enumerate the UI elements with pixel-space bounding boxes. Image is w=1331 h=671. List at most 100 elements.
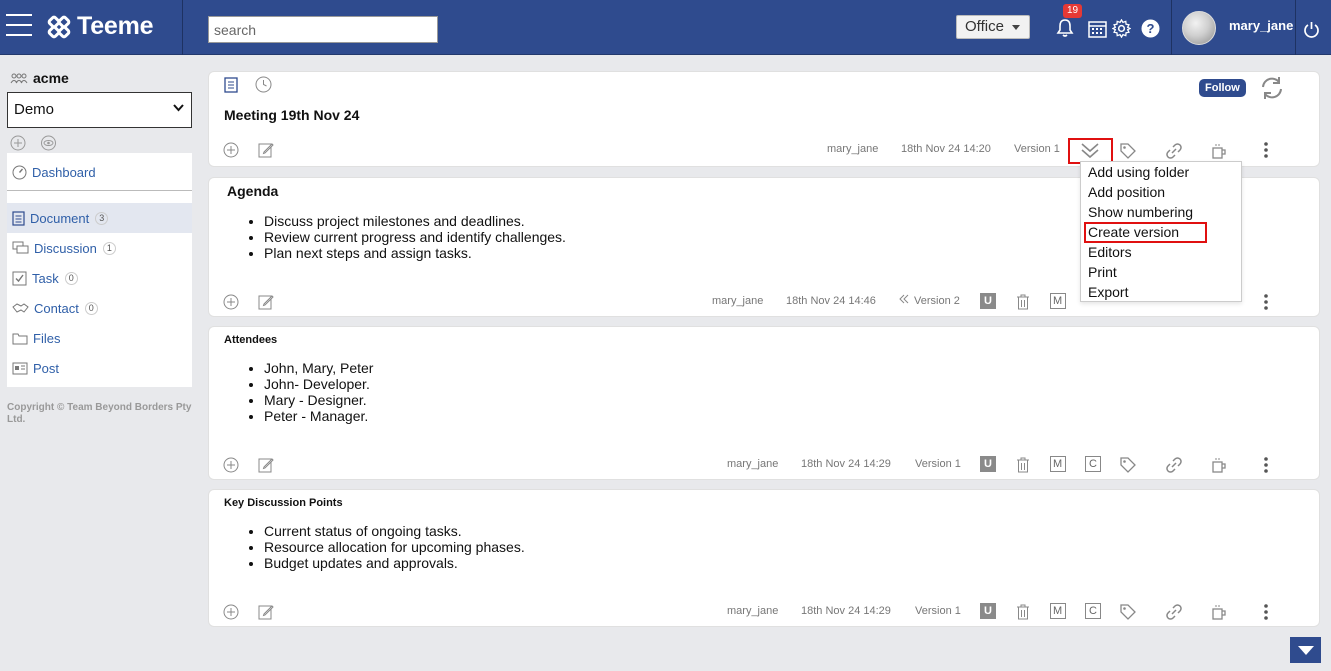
discussion-icon bbox=[12, 241, 29, 253]
sidebar-item-discussion[interactable]: Discussion 1 bbox=[7, 233, 192, 263]
document-header-card: Meeting 19th Nov 24 Follow mary_jane 18t… bbox=[208, 71, 1320, 167]
edit-icon[interactable] bbox=[258, 294, 274, 310]
help-icon[interactable]: ? bbox=[1141, 19, 1160, 38]
m-badge-label: M bbox=[1053, 605, 1063, 617]
space-select[interactable]: Office bbox=[956, 15, 1030, 39]
add-workspace-icon[interactable] bbox=[10, 135, 26, 151]
document-icon bbox=[12, 210, 25, 226]
list-item: John, Mary, Peter bbox=[264, 360, 373, 376]
sidebar-item-label: Contact bbox=[34, 300, 79, 316]
list-item: Plan next steps and assign tasks. bbox=[264, 245, 566, 261]
list-item: Current status of ongoing tasks. bbox=[264, 523, 525, 539]
sidebar-item-document[interactable]: Document 3 bbox=[7, 203, 192, 233]
tag-icon[interactable] bbox=[1119, 603, 1137, 621]
sidebar-item-label: Post bbox=[33, 360, 60, 376]
search-input[interactable] bbox=[208, 16, 438, 43]
sidebar-item-contact[interactable]: Contact 0 bbox=[7, 293, 192, 323]
menu-item-editors[interactable]: Editors bbox=[1088, 243, 1132, 261]
edit-icon[interactable] bbox=[258, 604, 274, 620]
sidebar-item-files[interactable]: Files bbox=[7, 323, 192, 353]
org-name: acme bbox=[10, 70, 69, 86]
sidebar-item-post[interactable]: Post bbox=[7, 353, 192, 383]
app-logo[interactable]: Teeme bbox=[46, 12, 154, 41]
workspace-select-value: Demo bbox=[14, 101, 55, 118]
add-circle-icon[interactable] bbox=[223, 604, 239, 620]
view-workspace-icon[interactable] bbox=[40, 135, 57, 151]
trash-icon[interactable] bbox=[1016, 603, 1030, 620]
org-icon bbox=[10, 73, 28, 84]
sidebar-item-label: Task bbox=[32, 270, 59, 286]
scroll-down-button[interactable] bbox=[1290, 637, 1321, 663]
u-badge-label: U bbox=[984, 458, 992, 470]
edit-icon[interactable] bbox=[258, 457, 274, 473]
version[interactable]: Version 2 bbox=[914, 295, 960, 307]
bullet-list: John, Mary, Peter John- Developer. Mary … bbox=[264, 360, 373, 424]
refresh-icon[interactable] bbox=[1259, 76, 1285, 100]
header-username: mary_jane bbox=[1229, 18, 1294, 33]
list-item: Discuss project milestones and deadlines… bbox=[264, 213, 566, 229]
version[interactable]: Version 1 bbox=[915, 458, 961, 470]
document-title: Meeting 19th Nov 24 bbox=[224, 107, 360, 123]
menu-item-add-position[interactable]: Add position bbox=[1088, 183, 1165, 201]
coffee-cup-icon[interactable] bbox=[1211, 603, 1227, 621]
link-icon[interactable] bbox=[1165, 142, 1183, 160]
bell-icon[interactable] bbox=[1056, 18, 1074, 38]
workspace-select[interactable]: Demo bbox=[7, 92, 192, 128]
follow-button[interactable]: Follow bbox=[1199, 79, 1246, 97]
count-badge: 1 bbox=[102, 241, 116, 255]
calendar-icon[interactable] bbox=[1088, 20, 1107, 38]
user-menu[interactable]: mary_jane bbox=[1171, 0, 1296, 55]
add-circle-icon[interactable] bbox=[223, 142, 239, 158]
tag-icon[interactable] bbox=[1119, 456, 1137, 474]
author: mary_jane bbox=[727, 458, 779, 470]
menu-item-show-numbering[interactable]: Show numbering bbox=[1088, 203, 1193, 221]
svg-text:?: ? bbox=[1147, 21, 1155, 36]
c-badge-label: C bbox=[1089, 605, 1097, 617]
header-divider bbox=[182, 0, 183, 55]
author: mary_jane bbox=[727, 605, 779, 617]
hamburger-menu-icon[interactable] bbox=[6, 14, 32, 38]
more-vertical-icon[interactable] bbox=[1263, 293, 1269, 311]
link-icon[interactable] bbox=[1165, 456, 1183, 474]
timestamp: 18th Nov 24 14:46 bbox=[786, 295, 876, 307]
trash-icon[interactable] bbox=[1016, 293, 1030, 310]
count-badge: 3 bbox=[95, 211, 109, 225]
document-icon[interactable] bbox=[224, 77, 238, 93]
menu-item-add-using-folder[interactable]: Add using folder bbox=[1088, 163, 1189, 181]
add-circle-icon[interactable] bbox=[223, 294, 239, 310]
bullet-list: Current status of ongoing tasks. Resourc… bbox=[264, 523, 525, 571]
m-badge-label: M bbox=[1053, 295, 1063, 307]
sidebar-item-dashboard[interactable]: Dashboard bbox=[7, 157, 192, 187]
coffee-cup-icon[interactable] bbox=[1211, 456, 1227, 474]
copyright-text: Copyright © Team Beyond Borders Pty Ltd. bbox=[7, 402, 192, 425]
section-card-key-discussion-points: Key Discussion Points Current status of … bbox=[208, 489, 1320, 627]
add-circle-icon[interactable] bbox=[223, 457, 239, 473]
tag-icon[interactable] bbox=[1119, 142, 1137, 160]
sidebar-item-label: Discussion bbox=[34, 240, 97, 256]
section-card-attendees: Attendees John, Mary, Peter John- Develo… bbox=[208, 326, 1320, 480]
section-heading: Key Discussion Points bbox=[224, 497, 343, 509]
trash-icon[interactable] bbox=[1016, 456, 1030, 473]
count-badge: 0 bbox=[84, 301, 98, 315]
link-icon[interactable] bbox=[1165, 603, 1183, 621]
highlight-box bbox=[1084, 222, 1207, 243]
version[interactable]: Version 1 bbox=[915, 605, 961, 617]
edit-icon[interactable] bbox=[258, 142, 274, 158]
menu-item-export[interactable]: Export bbox=[1088, 283, 1128, 301]
more-vertical-icon[interactable] bbox=[1263, 603, 1269, 621]
double-chevron-left-icon[interactable] bbox=[899, 294, 909, 304]
org-label: acme bbox=[33, 70, 69, 86]
more-vertical-icon[interactable] bbox=[1263, 141, 1269, 159]
power-icon[interactable] bbox=[1303, 21, 1320, 38]
task-checkbox-icon bbox=[12, 271, 27, 285]
gear-icon[interactable] bbox=[1112, 19, 1131, 38]
double-chevron-down-icon[interactable] bbox=[1080, 142, 1100, 159]
sidebar-divider bbox=[7, 190, 192, 191]
sidebar-item-task[interactable]: Task 0 bbox=[7, 263, 192, 293]
clock-icon[interactable] bbox=[255, 76, 272, 93]
more-vertical-icon[interactable] bbox=[1263, 456, 1269, 474]
author: mary_jane bbox=[827, 143, 879, 155]
menu-item-print[interactable]: Print bbox=[1088, 263, 1117, 281]
coffee-cup-icon[interactable] bbox=[1211, 142, 1227, 160]
version[interactable]: Version 1 bbox=[1014, 143, 1060, 155]
